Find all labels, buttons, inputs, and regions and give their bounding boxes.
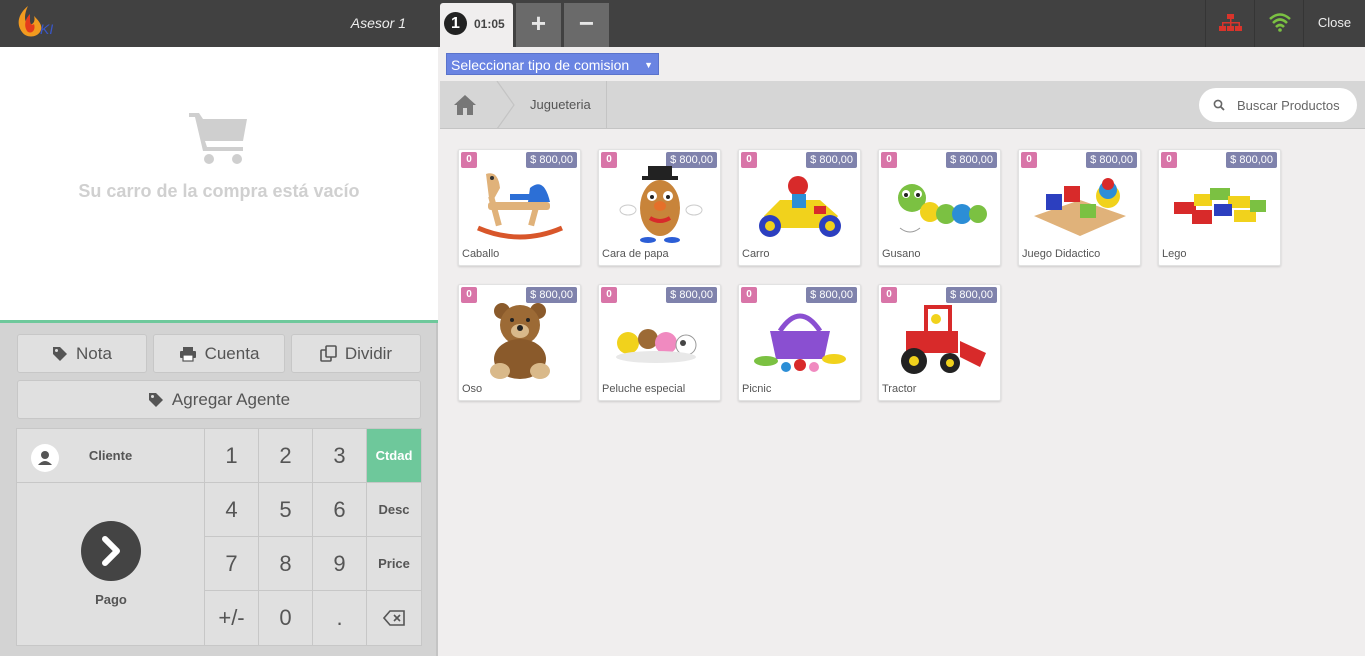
potato-head-image (619, 166, 703, 243)
didactic-game-image (1034, 178, 1126, 236)
numpad-key-8[interactable]: 8 (259, 537, 312, 590)
product-name: Caballo (462, 248, 500, 260)
numpad-key-1[interactable]: 1 (205, 429, 258, 482)
order-tab[interactable]: 1 01:05 (440, 3, 513, 47)
breadcrumb-divider (606, 81, 607, 129)
product-name: Peluche especial (602, 383, 686, 395)
search-box[interactable]: Buscar Productos (1199, 88, 1357, 122)
product-card-peluche-especial[interactable]: 0 $ 800,00 Peluche especial (598, 284, 721, 401)
backspace-icon (383, 610, 405, 626)
numpad-key-5[interactable]: 5 (259, 483, 312, 536)
split-button[interactable]: Dividir (291, 334, 421, 373)
product-name: Juego Didactico (1022, 248, 1101, 260)
numpad-key-9[interactable]: 9 (313, 537, 366, 590)
commission-type-label: Seleccionar tipo de comision (451, 57, 630, 73)
note-button[interactable]: Nota (17, 334, 147, 373)
wifi-icon (1269, 13, 1291, 32)
mode-quantity-button[interactable]: Ctdad (367, 429, 421, 482)
action-pad: Cliente Pago 1 2 3 Ctdad 4 5 6 Desc 7 8 … (16, 428, 422, 646)
product-card-juego-didactico[interactable]: 0 $ 800,00 Juego Didactico (1018, 149, 1141, 266)
add-agent-label: Agregar Agente (171, 389, 291, 409)
home-icon[interactable] (453, 94, 477, 116)
product-card-lego[interactable]: 0 $ 800,00 Lego (1158, 149, 1281, 266)
picnic-set-image (754, 313, 846, 372)
svg-text:KI: KI (40, 21, 53, 37)
numpad-key-2[interactable]: 2 (259, 429, 312, 482)
top-bar: KI Asesor 1 1 01:05 + − Close (0, 0, 1365, 47)
tag-icon (53, 346, 68, 361)
customer-button[interactable]: Cliente (17, 429, 204, 482)
product-card-gusano[interactable]: 0 $ 800,00 Gusano (878, 149, 1001, 266)
product-name: Picnic (742, 383, 772, 395)
bill-button[interactable]: Cuenta (153, 334, 285, 373)
split-label: Dividir (344, 343, 393, 363)
payment-label: Pago (95, 592, 127, 607)
product-card-carro[interactable]: 0 $ 800,00 Carro (738, 149, 861, 266)
toy-tractor-image (901, 305, 986, 374)
toy-car-image (759, 176, 841, 237)
shopping-cart-icon (189, 113, 247, 164)
connection-status[interactable] (1254, 0, 1303, 47)
backspace-button[interactable] (367, 591, 421, 645)
order-area: Su carro de la compra está vacío (0, 47, 438, 323)
commission-type-select[interactable]: Seleccionar tipo de comision ▼ (446, 53, 659, 75)
plush-toys-image (616, 329, 697, 363)
breadcrumb-separator (496, 81, 515, 129)
note-label: Nota (76, 343, 112, 363)
rocking-horse-image (477, 173, 563, 240)
copy-icon (320, 345, 337, 362)
order-number: 1 (444, 12, 467, 35)
caret-down-icon: ▼ (644, 60, 653, 70)
product-card-oso[interactable]: 0 $ 800,00 Oso (458, 284, 581, 401)
cashier-name[interactable]: Asesor 1 (300, 15, 406, 31)
product-name: Cara de papa (602, 248, 669, 260)
tag-icon (148, 392, 163, 407)
remove-order-button[interactable]: − (564, 3, 609, 47)
brand-logo: KI (18, 6, 53, 37)
numpad-key-7[interactable]: 7 (205, 537, 258, 590)
lego-bricks-image (1174, 188, 1266, 224)
add-agent-button[interactable]: Agregar Agente (17, 380, 421, 419)
product-card-cara-de-papa[interactable]: 0 $ 800,00 Cara de papa (598, 149, 721, 266)
print-icon (179, 346, 196, 362)
order-time: 01:05 (474, 17, 505, 31)
product-name: Lego (1162, 248, 1187, 260)
mode-discount-button[interactable]: Desc (367, 483, 421, 536)
product-name: Oso (462, 383, 483, 395)
network-status[interactable] (1205, 0, 1254, 47)
numpad-key-plus-minus[interactable]: +/- (205, 591, 258, 645)
numpad-key-0[interactable]: 0 (259, 591, 312, 645)
numpad-key-4[interactable]: 4 (205, 483, 258, 536)
numpad-key-dot[interactable]: . (313, 591, 366, 645)
empty-cart-message: Su carro de la compra está vacío (78, 181, 360, 201)
product-card-tractor[interactable]: 0 $ 800,00 Tractor (878, 284, 1001, 401)
left-pane: Su carro de la compra está vacío Nota Cu… (0, 47, 438, 656)
close-button[interactable]: Close (1303, 0, 1365, 47)
search-icon (1213, 99, 1225, 111)
product-card-picnic[interactable]: 0 $ 800,00 Picnic (738, 284, 861, 401)
product-name: Carro (742, 248, 770, 260)
user-icon (31, 444, 59, 472)
customer-label: Cliente (88, 448, 133, 463)
breadcrumb-category[interactable]: Jugueteria (530, 97, 591, 112)
caterpillar-image (898, 184, 987, 233)
bill-label: Cuenta (204, 343, 260, 363)
numpad-key-3[interactable]: 3 (313, 429, 366, 482)
breadcrumb: Jugueteria Buscar Productos (440, 81, 1365, 129)
chevron-right-icon (81, 521, 141, 581)
payment-button[interactable]: Pago (17, 483, 204, 645)
product-name: Gusano (882, 248, 921, 260)
search-input[interactable]: Buscar Productos (1237, 98, 1340, 113)
sitemap-icon (1219, 14, 1242, 31)
mode-price-button[interactable]: Price (367, 537, 421, 590)
teddy-bear-image (490, 303, 550, 379)
product-card-caballo[interactable]: 0 $ 800,00 Caballo (458, 149, 581, 266)
add-order-button[interactable]: + (516, 3, 561, 47)
product-name: Tractor (882, 383, 917, 395)
numpad-key-6[interactable]: 6 (313, 483, 366, 536)
